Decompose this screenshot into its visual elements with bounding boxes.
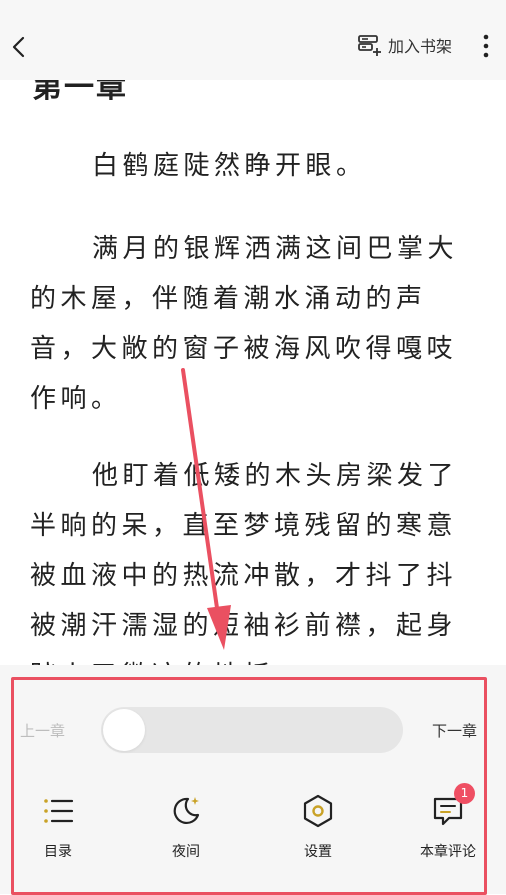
next-chapter-button[interactable]: 下一章 xyxy=(432,720,477,741)
prev-chapter-button[interactable]: 上一章 xyxy=(20,720,65,741)
chapter-comments-label: 本章评论 xyxy=(420,844,476,860)
paragraph: 他盯着低矮的木头房梁发了半晌的呆，直至梦境残留的寒意被血液中的热流冲散，才抖了抖… xyxy=(30,461,459,665)
back-icon xyxy=(12,36,25,58)
paragraph: 满月的银辉洒满这间巴掌大的木屋，伴随着潮水涌动的声音，大敞的窗子被海风吹得嘎吱作… xyxy=(30,234,459,414)
bookshelf-icon xyxy=(358,35,381,56)
reader-content[interactable]: 第一章 白鹤庭陡然睁开眼。 满月的银辉洒满这间巴掌大的木屋，伴随着潮水涌动的声音… xyxy=(0,0,506,665)
comments-count-badge: 1 xyxy=(454,783,475,804)
settings-icon xyxy=(303,794,333,828)
reader-control-panel: 上一章 下一章 目录 夜间 设置 1 本章评论 xyxy=(0,665,506,894)
toc-label: 目录 xyxy=(44,844,72,860)
add-to-shelf-label: 加入书架 xyxy=(388,37,453,56)
settings-button[interactable]: 设置 xyxy=(268,793,368,861)
more-icon xyxy=(483,34,489,58)
slider-thumb[interactable] xyxy=(103,709,145,751)
chapter-progress-slider[interactable] xyxy=(101,707,403,753)
night-mode-button[interactable]: 夜间 xyxy=(136,793,236,861)
paragraph: 白鹤庭陡然睁开眼。 xyxy=(92,151,367,181)
back-button[interactable] xyxy=(6,32,36,62)
moon-icon xyxy=(173,797,200,825)
toc-icon xyxy=(44,799,74,823)
night-mode-label: 夜间 xyxy=(172,844,200,860)
chapter-comments-button[interactable]: 1 本章评论 xyxy=(398,783,498,861)
toc-button[interactable]: 目录 xyxy=(8,793,108,861)
add-to-shelf-button[interactable]: 加入书架 xyxy=(356,32,452,58)
top-bar: 加入书架 xyxy=(0,0,506,80)
settings-label: 设置 xyxy=(304,844,332,860)
more-button[interactable] xyxy=(476,32,496,60)
